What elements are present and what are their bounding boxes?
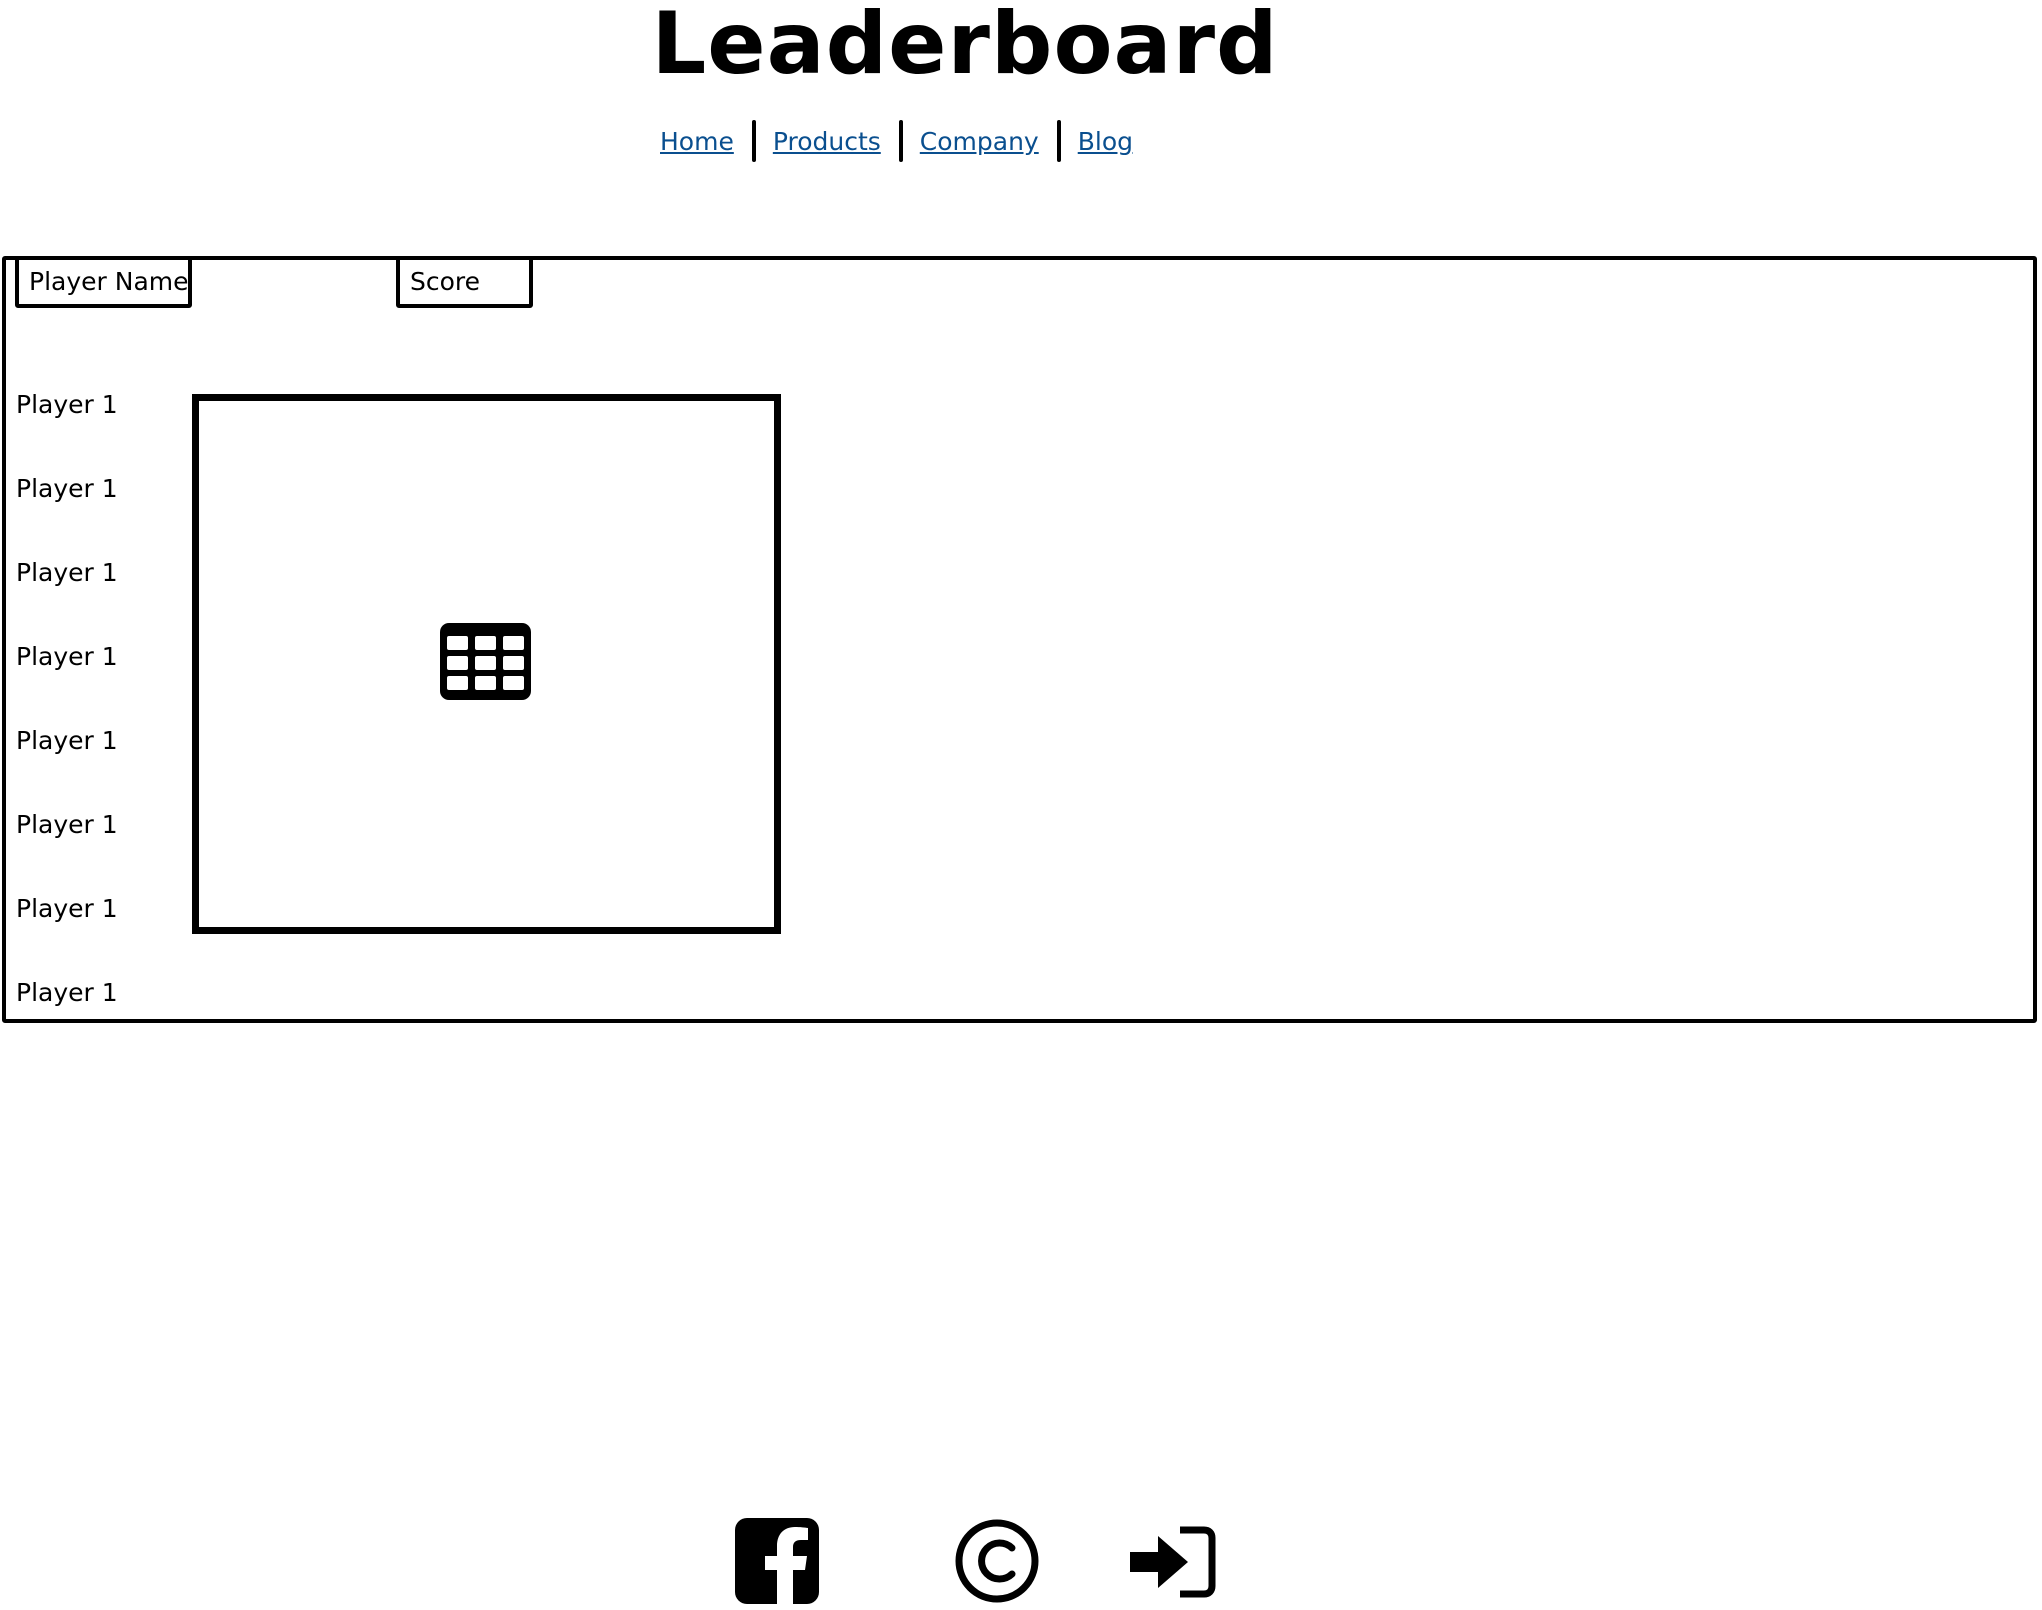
player-row-name: Player 1 <box>16 558 118 587</box>
nav-separator <box>751 120 756 162</box>
player-row-name: Player 1 <box>16 474 118 503</box>
copyright-icon[interactable] <box>954 1518 1040 1604</box>
nav-bar: Home Products Company Blog <box>660 118 1133 164</box>
column-header-player-name[interactable]: Player Name <box>15 256 192 308</box>
player-row-name: Player 1 <box>16 810 118 839</box>
nav-link-products[interactable]: Products <box>773 127 881 156</box>
page-title: Leaderboard <box>651 0 1279 94</box>
nav-link-company[interactable]: Company <box>920 127 1039 156</box>
player-row-name: Player 1 <box>16 390 118 419</box>
player-row-name: Player 1 <box>16 642 118 671</box>
player-row-name: Player 1 <box>16 726 118 755</box>
table-icon <box>440 623 531 700</box>
nav-link-home[interactable]: Home <box>660 127 734 156</box>
nav-separator <box>898 120 903 162</box>
player-row-name: Player 1 <box>16 894 118 923</box>
nav-link-blog[interactable]: Blog <box>1078 127 1133 156</box>
facebook-icon[interactable] <box>735 1518 819 1604</box>
column-header-score[interactable]: Score <box>396 256 533 308</box>
player-row-name: Player 1 <box>16 978 118 1007</box>
nav-separator <box>1056 120 1061 162</box>
login-icon[interactable] <box>1130 1526 1216 1598</box>
